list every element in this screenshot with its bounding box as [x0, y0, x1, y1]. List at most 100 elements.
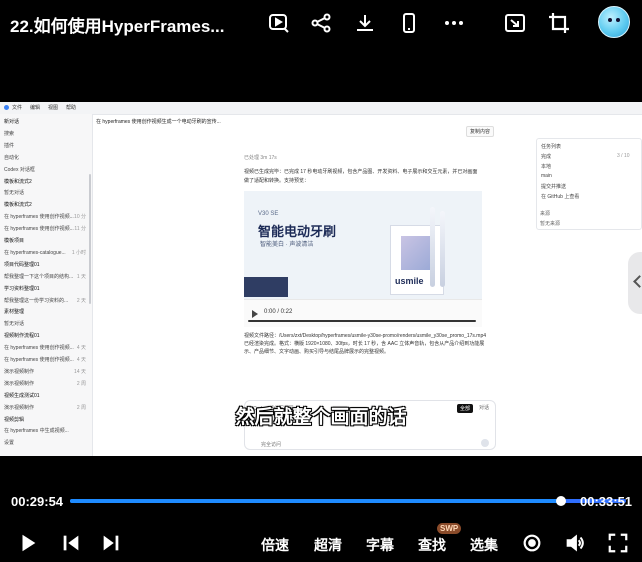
copy-button: 复制内容	[466, 126, 495, 137]
sidebar-item: 自动化	[4, 154, 88, 161]
chat-paragraph: 视频已生成完毕：已完成 17 秒电动牙刷视频，包含产品图、开发资料、电子展示和交…	[244, 169, 478, 184]
task-panel: 任务列表 完成 3 / 10 本地 main 提交并推送 在 GitHub 上查看	[536, 138, 642, 230]
toothbrush-image	[430, 207, 435, 287]
sidebar-item-label: 暂无对话	[4, 321, 25, 328]
sidebar-item: 模板项目	[4, 237, 88, 244]
top-bar: 22.如何使用HyperFrames...	[0, 0, 642, 44]
sidebar-item-label: 视频制作流程01	[4, 333, 40, 340]
sidebar-item-label: 模板项目	[4, 238, 25, 244]
pip-icon[interactable]	[502, 10, 528, 36]
video-title: 22.如何使用HyperFrames...	[10, 17, 225, 36]
sidebar-item: 暂无对话	[4, 320, 88, 327]
sidebar-item: 在 hyperframes 使用创作视频... 4 天	[4, 356, 88, 363]
sidebar-item-label: 搜索	[4, 130, 15, 137]
sidebar-item-label: 在 hyperframes 中生成视频...	[4, 428, 69, 435]
sidebar-item: 在 hyperframes 使用创作视频... 4 天	[4, 344, 88, 351]
menu-item: 帮助	[66, 105, 77, 111]
video-subline: 智能美白 · 声波清洁	[260, 242, 314, 248]
sidebar-item-label: 素材整理	[4, 309, 25, 316]
more-icon[interactable]	[441, 10, 467, 36]
captions-button[interactable]: 字幕	[366, 535, 394, 555]
sidebar-item-label: 视频生成测试01	[4, 392, 40, 399]
danmaku-button[interactable]	[521, 532, 543, 554]
sidebar-item-label: 演示视频制作	[4, 368, 35, 375]
subtitle-caption: 然后就整个画面的话	[235, 407, 407, 428]
video-corner-band	[244, 277, 288, 297]
sidebar-item-label: 新对话	[4, 119, 20, 125]
skip-forward-icon	[103, 535, 119, 551]
send-icon	[481, 439, 489, 447]
task-panel-row: 任务列表	[541, 144, 562, 150]
sources-empty: 暂无来源	[540, 221, 561, 227]
sidebar-item: Codex 对话框	[4, 166, 88, 173]
sidebar-item-label: 项目代码整理01	[4, 261, 40, 268]
sidebar-item-label: 帮我整理一下这个项目的结构...	[4, 273, 74, 280]
sidebar-item: 在 hyperframes 使用创作视频... 11 分	[4, 225, 88, 232]
task-panel-row: 完成 3 / 10	[541, 153, 630, 160]
progress-knob[interactable]	[555, 496, 566, 506]
screen-record-icon[interactable]	[266, 10, 292, 36]
sidebar-item-label: 设置	[4, 440, 15, 447]
sidebar-item: 在 hyperframes-catalogue... 1 小时	[4, 249, 88, 256]
video-brand: V30 SE	[258, 211, 279, 217]
task-panel-row: 在 GitHub 上查看	[541, 194, 580, 200]
task-panel-row: 提交并推送	[541, 184, 567, 190]
app-menubar: 文件 编辑 视图 帮助	[0, 102, 642, 115]
embedded-player-bar: 0:00 / 0:22	[244, 299, 482, 327]
play-icon	[252, 310, 258, 318]
previous-button[interactable]	[60, 532, 82, 554]
search-button[interactable]: 查找	[418, 535, 446, 555]
speed-button[interactable]: 倍速	[261, 535, 289, 555]
crop-icon[interactable]	[546, 10, 572, 36]
side-panel-handle[interactable]	[628, 252, 642, 314]
sidebar-item-time: 10 分	[74, 214, 86, 221]
play-button[interactable]	[17, 532, 39, 554]
sidebar-item-label: 在 hyperframes 使用创作视频...	[4, 357, 74, 363]
sidebar-item-time: 1 天	[76, 273, 86, 280]
task-panel-row: 本地	[541, 164, 552, 170]
sidebar-item: 插件	[4, 142, 88, 149]
download-icon[interactable]	[352, 10, 378, 36]
sidebar-item: 暂无对话	[4, 189, 88, 196]
skip-back-icon	[63, 535, 79, 551]
sidebar-item: 帮我整理这一份学习资料的... 2 天	[4, 297, 88, 304]
product-box-logo: usmile	[395, 276, 424, 286]
sidebar-item: 新对话	[4, 118, 88, 125]
current-time: 00:29:54	[11, 494, 64, 509]
sidebar-item: 设置	[4, 439, 88, 446]
chat-title: 在 hyperframes 使用创作视频生成一个电动牙刷的宣传...	[96, 119, 221, 125]
episodes-button[interactable]: 选集	[470, 535, 498, 555]
sidebar-item-label: 模板和流式2	[4, 178, 32, 185]
duration-time: 00:33:51	[580, 494, 633, 509]
sidebar-item-label: 暂无对话	[4, 190, 25, 197]
embedded-progress	[248, 320, 476, 322]
sidebar-item-label: 在 hyperframes-catalogue...	[4, 249, 66, 256]
sidebar-item-time: 4 天	[76, 357, 86, 363]
sidebar-item: 模板和流式2	[4, 178, 88, 185]
next-button[interactable]	[100, 532, 122, 554]
embedded-video-time: 0:00 / 0:22	[264, 309, 293, 315]
phone-icon[interactable]	[396, 10, 422, 36]
progress-bar[interactable]	[70, 496, 626, 506]
sidebar-item: 视频制作流程01	[4, 332, 88, 339]
sidebar-item: 素材整理	[4, 308, 88, 315]
sidebar-item: 在 hyperframes 使用创作视频... 10 分	[4, 213, 88, 220]
chat-paragraph-2: 视频文件路径：/Users/zxt/Desktop/hyperframes/us…	[244, 333, 487, 355]
sidebar-item-label: 模板和流式2	[4, 202, 32, 209]
toothbrush-image	[440, 211, 445, 287]
sidebar-item-label: 自动化	[4, 154, 20, 161]
volume-button[interactable]	[564, 532, 586, 554]
play-icon	[22, 534, 36, 552]
chat-meta: 已处理 3m 17s	[244, 155, 277, 161]
share-icon[interactable]	[308, 10, 334, 36]
menu-item: 文件	[4, 104, 22, 111]
progress-fill	[70, 499, 561, 503]
sidebar-item: 项目代码整理01	[4, 261, 88, 268]
quality-button[interactable]: 超清	[314, 535, 342, 555]
sources-label: 来源	[540, 211, 551, 217]
avatar[interactable]	[598, 6, 630, 38]
embedded-video-card: V30 SE 智能电动牙刷 智能美白 · 声波清洁 usmile 0:00 / …	[244, 191, 482, 327]
fullscreen-icon	[608, 533, 628, 553]
fullscreen-button[interactable]	[607, 532, 629, 554]
sidebar-item-time: 1 小时	[71, 249, 86, 256]
